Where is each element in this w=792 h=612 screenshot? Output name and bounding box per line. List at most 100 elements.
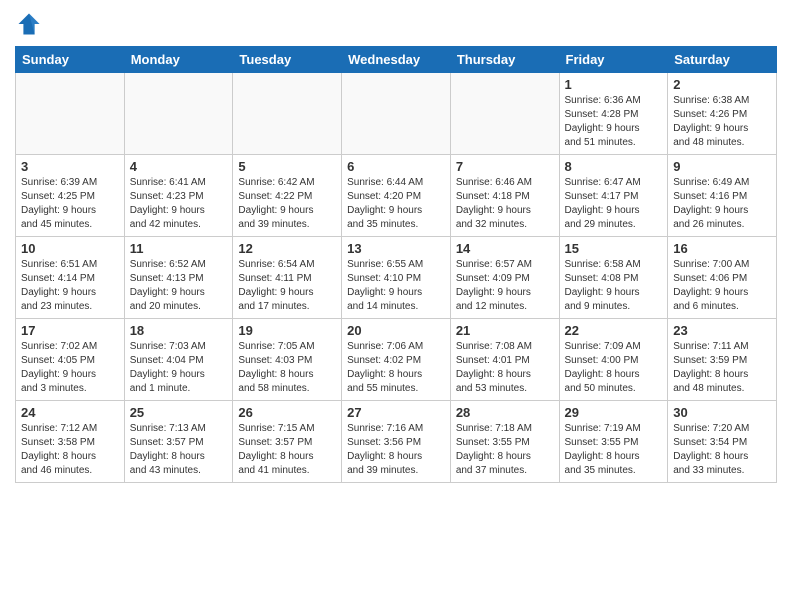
day-number: 9 [673, 159, 771, 174]
day-number: 1 [565, 77, 663, 92]
calendar-cell: 8 Sunrise: 6:47 AM Sunset: 4:17 PM Daylig… [559, 155, 668, 237]
day-info: Sunrise: 7:20 AM Sunset: 3:54 PM Dayligh… [673, 422, 771, 478]
day-number: 15 [565, 241, 663, 256]
calendar-table: SundayMondayTuesdayWednesdayThursdayFrid… [15, 46, 777, 483]
day-info: Sunrise: 6:44 AM Sunset: 4:20 PM Dayligh… [347, 176, 445, 232]
calendar-cell: 10 Sunrise: 6:51 AM Sunset: 4:14 PM Dayli… [16, 237, 125, 319]
calendar-cell: 19 Sunrise: 7:05 AM Sunset: 4:03 PM Dayli… [233, 319, 342, 401]
calendar-header-sunday: Sunday [16, 47, 125, 73]
calendar-cell: 24 Sunrise: 7:12 AM Sunset: 3:58 PM Dayli… [16, 401, 125, 483]
day-number: 5 [238, 159, 336, 174]
day-info: Sunrise: 7:18 AM Sunset: 3:55 PM Dayligh… [456, 422, 554, 478]
day-number: 3 [21, 159, 119, 174]
calendar-week-1: 3Sunrise: 6:39 AM Sunset: 4:25 PM Daylig… [16, 155, 777, 237]
day-info: Sunrise: 6:58 AM Sunset: 4:08 PM Dayligh… [565, 258, 663, 314]
day-number: 14 [456, 241, 554, 256]
day-info: Sunrise: 6:38 AM Sunset: 4:26 PM Dayligh… [673, 94, 771, 150]
calendar-cell: 12 Sunrise: 6:54 AM Sunset: 4:11 PM Dayli… [233, 237, 342, 319]
calendar-cell: 14 Sunrise: 6:57 AM Sunset: 4:09 PM Dayli… [450, 237, 559, 319]
day-number: 4 [130, 159, 228, 174]
calendar-header-friday: Friday [559, 47, 668, 73]
calendar-cell: 5Sunrise: 6:42 AM Sunset: 4:22 PM Daylig… [233, 155, 342, 237]
calendar-header-monday: Monday [124, 47, 233, 73]
day-number: 6 [347, 159, 445, 174]
day-info: Sunrise: 7:08 AM Sunset: 4:01 PM Dayligh… [456, 340, 554, 396]
day-info: Sunrise: 6:49 AM Sunset: 4:16 PM Dayligh… [673, 176, 771, 232]
day-info: Sunrise: 7:15 AM Sunset: 3:57 PM Dayligh… [238, 422, 336, 478]
day-number: 28 [456, 405, 554, 420]
calendar-cell: 15 Sunrise: 6:58 AM Sunset: 4:08 PM Dayli… [559, 237, 668, 319]
day-number: 16 [673, 241, 771, 256]
calendar-cell: 1 Sunrise: 6:36 AM Sunset: 4:28 PM Daylig… [559, 73, 668, 155]
calendar-header-saturday: Saturday [668, 47, 777, 73]
day-number: 25 [130, 405, 228, 420]
logo [15, 10, 47, 38]
calendar-cell: 13Sunrise: 6:55 AM Sunset: 4:10 PM Dayli… [342, 237, 451, 319]
logo-icon [15, 10, 43, 38]
day-number: 23 [673, 323, 771, 338]
day-number: 12 [238, 241, 336, 256]
calendar-cell: 3Sunrise: 6:39 AM Sunset: 4:25 PM Daylig… [16, 155, 125, 237]
calendar-header-tuesday: Tuesday [233, 47, 342, 73]
day-info: Sunrise: 7:11 AM Sunset: 3:59 PM Dayligh… [673, 340, 771, 396]
calendar-cell: 20 Sunrise: 7:06 AM Sunset: 4:02 PM Dayli… [342, 319, 451, 401]
day-info: Sunrise: 6:46 AM Sunset: 4:18 PM Dayligh… [456, 176, 554, 232]
calendar-cell: 18Sunrise: 7:03 AM Sunset: 4:04 PM Dayli… [124, 319, 233, 401]
day-number: 27 [347, 405, 445, 420]
calendar-week-2: 10 Sunrise: 6:51 AM Sunset: 4:14 PM Dayli… [16, 237, 777, 319]
day-number: 7 [456, 159, 554, 174]
calendar-header-row: SundayMondayTuesdayWednesdayThursdayFrid… [16, 47, 777, 73]
day-info: Sunrise: 6:47 AM Sunset: 4:17 PM Dayligh… [565, 176, 663, 232]
calendar-cell: 11 Sunrise: 6:52 AM Sunset: 4:13 PM Dayli… [124, 237, 233, 319]
day-info: Sunrise: 7:05 AM Sunset: 4:03 PM Dayligh… [238, 340, 336, 396]
calendar-cell [233, 73, 342, 155]
day-number: 10 [21, 241, 119, 256]
day-number: 22 [565, 323, 663, 338]
day-info: Sunrise: 6:55 AM Sunset: 4:10 PM Dayligh… [347, 258, 445, 314]
day-info: Sunrise: 7:09 AM Sunset: 4:00 PM Dayligh… [565, 340, 663, 396]
calendar-week-0: 1 Sunrise: 6:36 AM Sunset: 4:28 PM Daylig… [16, 73, 777, 155]
calendar-cell [342, 73, 451, 155]
day-number: 2 [673, 77, 771, 92]
calendar-cell: 7 Sunrise: 6:46 AM Sunset: 4:18 PM Daylig… [450, 155, 559, 237]
calendar-cell: 2 Sunrise: 6:38 AM Sunset: 4:26 PM Daylig… [668, 73, 777, 155]
calendar-cell: 17 Sunrise: 7:02 AM Sunset: 4:05 PM Dayli… [16, 319, 125, 401]
calendar-cell: 4 Sunrise: 6:41 AM Sunset: 4:23 PM Daylig… [124, 155, 233, 237]
day-number: 17 [21, 323, 119, 338]
calendar-cell: 27 Sunrise: 7:16 AM Sunset: 3:56 PM Dayli… [342, 401, 451, 483]
calendar-cell: 23 Sunrise: 7:11 AM Sunset: 3:59 PM Dayli… [668, 319, 777, 401]
calendar-cell: 28 Sunrise: 7:18 AM Sunset: 3:55 PM Dayli… [450, 401, 559, 483]
calendar-header-thursday: Thursday [450, 47, 559, 73]
day-number: 24 [21, 405, 119, 420]
calendar-cell: 25 Sunrise: 7:13 AM Sunset: 3:57 PM Dayli… [124, 401, 233, 483]
day-info: Sunrise: 7:06 AM Sunset: 4:02 PM Dayligh… [347, 340, 445, 396]
page-container: SundayMondayTuesdayWednesdayThursdayFrid… [0, 0, 792, 612]
calendar-week-3: 17 Sunrise: 7:02 AM Sunset: 4:05 PM Dayli… [16, 319, 777, 401]
day-info: Sunrise: 6:57 AM Sunset: 4:09 PM Dayligh… [456, 258, 554, 314]
day-number: 20 [347, 323, 445, 338]
calendar-cell: 30 Sunrise: 7:20 AM Sunset: 3:54 PM Dayli… [668, 401, 777, 483]
calendar-header-wednesday: Wednesday [342, 47, 451, 73]
calendar-cell [450, 73, 559, 155]
day-info: Sunrise: 7:02 AM Sunset: 4:05 PM Dayligh… [21, 340, 119, 396]
day-info: Sunrise: 7:12 AM Sunset: 3:58 PM Dayligh… [21, 422, 119, 478]
day-info: Sunrise: 7:19 AM Sunset: 3:55 PM Dayligh… [565, 422, 663, 478]
day-number: 30 [673, 405, 771, 420]
day-info: Sunrise: 7:13 AM Sunset: 3:57 PM Dayligh… [130, 422, 228, 478]
header [15, 10, 777, 38]
calendar-cell: 22 Sunrise: 7:09 AM Sunset: 4:00 PM Dayli… [559, 319, 668, 401]
day-info: Sunrise: 6:52 AM Sunset: 4:13 PM Dayligh… [130, 258, 228, 314]
day-number: 8 [565, 159, 663, 174]
day-info: Sunrise: 6:41 AM Sunset: 4:23 PM Dayligh… [130, 176, 228, 232]
day-info: Sunrise: 7:16 AM Sunset: 3:56 PM Dayligh… [347, 422, 445, 478]
calendar-cell [124, 73, 233, 155]
day-info: Sunrise: 6:51 AM Sunset: 4:14 PM Dayligh… [21, 258, 119, 314]
day-info: Sunrise: 6:54 AM Sunset: 4:11 PM Dayligh… [238, 258, 336, 314]
day-info: Sunrise: 7:00 AM Sunset: 4:06 PM Dayligh… [673, 258, 771, 314]
day-number: 19 [238, 323, 336, 338]
calendar-cell: 16 Sunrise: 7:00 AM Sunset: 4:06 PM Dayli… [668, 237, 777, 319]
day-info: Sunrise: 6:36 AM Sunset: 4:28 PM Dayligh… [565, 94, 663, 150]
calendar-cell: 26 Sunrise: 7:15 AM Sunset: 3:57 PM Dayli… [233, 401, 342, 483]
day-number: 26 [238, 405, 336, 420]
day-number: 11 [130, 241, 228, 256]
